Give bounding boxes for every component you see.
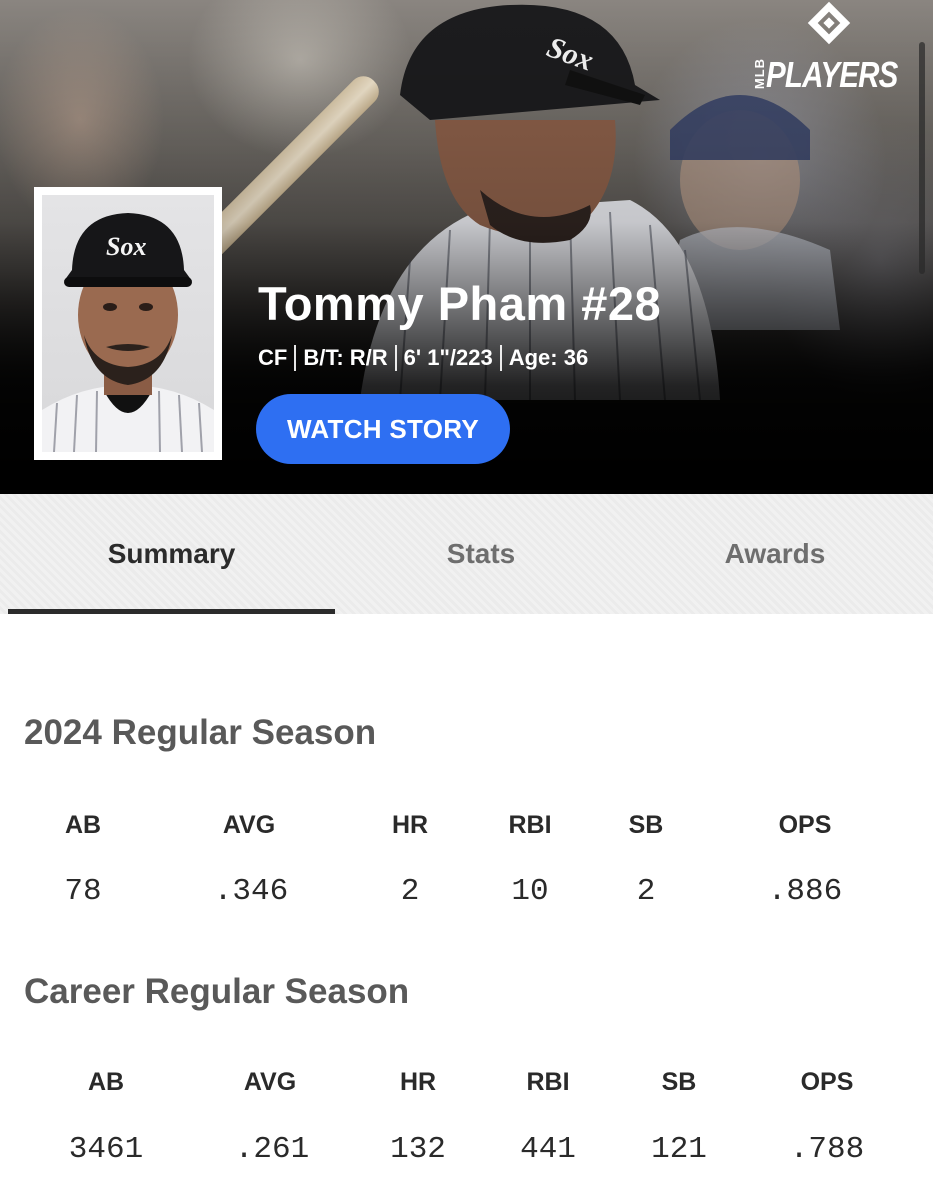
stat-value-ab: 78: [64, 874, 102, 909]
stat-header-rbi: RBI: [526, 1068, 570, 1096]
stat-header-rbi: RBI: [508, 811, 552, 839]
tab-bar: Summary Stats Awards: [0, 494, 933, 614]
bio-height-weight: 6' 1"/223: [403, 345, 493, 370]
stat-value-hr: 2: [400, 874, 420, 909]
stat-value-ops: .788: [789, 1132, 865, 1167]
stat-header-ops: OPS: [778, 811, 832, 839]
stat-header-ops: OPS: [800, 1068, 854, 1096]
stat-value-avg: .261: [234, 1132, 310, 1167]
bio-bats-throws: B/T: R/R: [303, 345, 388, 370]
section-title: 2024 Regular Season: [24, 713, 377, 752]
stat-value-sb: 2: [636, 874, 656, 909]
tab-awards[interactable]: Awards: [627, 494, 923, 614]
stat-header-hr: HR: [399, 1068, 437, 1096]
tab-summary[interactable]: Summary: [8, 494, 335, 614]
player-name: Tommy Pham #28: [258, 277, 662, 330]
stat-value-rbi: 10: [511, 874, 549, 909]
bio-divider: [294, 345, 297, 371]
watch-story-button[interactable]: WATCH STORY: [256, 394, 510, 464]
stat-header-avg: AVG: [243, 1068, 297, 1096]
stat-header-sb: SB: [661, 1068, 697, 1096]
stat-value-ab: 3461: [68, 1132, 144, 1167]
bio-position: CF: [258, 345, 288, 370]
stat-header-sb: SB: [628, 811, 664, 839]
player-headshot-image: Sox: [42, 213, 214, 452]
player-headshot: Sox: [34, 187, 222, 460]
mlb-players-diamond-icon: [807, 1, 851, 45]
stat-header-avg: AVG: [222, 811, 276, 839]
bio-age: Age: 36: [508, 345, 589, 370]
bio-divider: [499, 345, 502, 371]
sox-logo-icon: Sox: [106, 232, 146, 261]
tab-stats[interactable]: Stats: [335, 494, 627, 614]
bio-divider: [394, 345, 397, 371]
stat-value-sb: 121: [651, 1132, 707, 1167]
stat-value-hr: 132: [390, 1132, 446, 1167]
stat-header-ab: AB: [64, 811, 102, 839]
stat-header-hr: HR: [391, 811, 429, 839]
active-tab-indicator: [8, 609, 335, 614]
stat-value-rbi: 441: [520, 1132, 576, 1167]
stat-value-ops: .886: [767, 874, 843, 909]
player-bio: CF B/T: R/R 6' 1"/223 Age: 36: [258, 343, 588, 373]
player-hero: Sox MLB PLAYERS: [0, 0, 933, 494]
section-title: Career Regular Season: [24, 972, 410, 1011]
mlb-players-logo: MLB PLAYERS: [750, 0, 920, 100]
stat-value-avg: .346: [213, 874, 289, 909]
stat-header-ab: AB: [87, 1068, 125, 1096]
